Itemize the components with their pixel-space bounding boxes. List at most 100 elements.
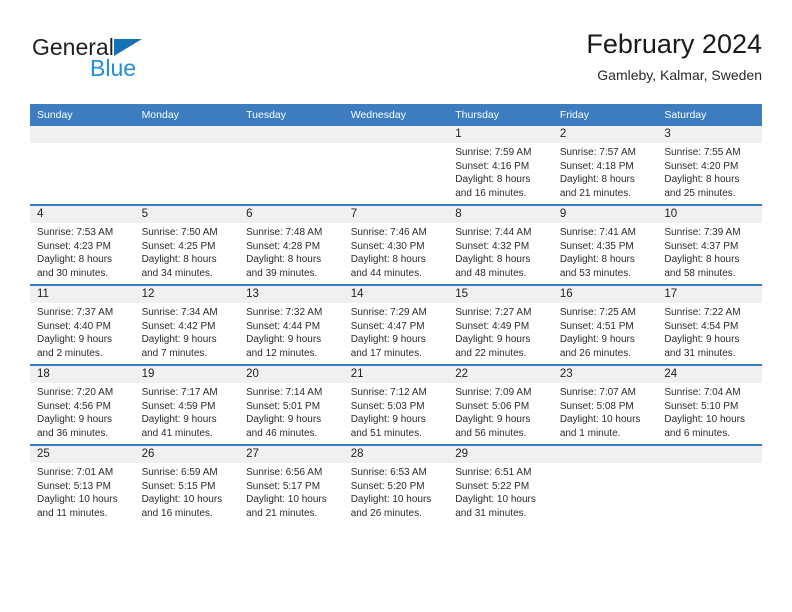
sunset-text: Sunset: 5:10 PM	[664, 400, 739, 412]
calendar-day-cell[interactable]: 26 Sunrise: 6:59 AM Sunset: 5:15 PM Dayligh…	[134, 444, 240, 524]
daylight-text-line2: and 11 minutes.	[37, 507, 108, 519]
sunrise-text: Sunrise: 7:41 AM	[559, 227, 636, 238]
day-details: Sunrise: 7:04 AM Sunset: 5:10 PM Daylight:…	[657, 383, 762, 440]
sunrise-text: Sunrise: 6:53 AM	[350, 467, 427, 478]
day-details: Sunrise: 7:39 AM Sunset: 4:37 PM Daylight:…	[657, 223, 762, 280]
daylight-text-line2: and 44 minutes.	[350, 267, 422, 279]
daylight-text-line2: and 30 minutes.	[37, 267, 109, 279]
calendar-day-cell[interactable]: 15 Sunrise: 7:27 AM Sunset: 4:49 PM Dayligh…	[448, 284, 553, 365]
daylight-text-line2: and 6 minutes.	[664, 427, 730, 439]
logo-word-blue: Blue	[90, 55, 137, 81]
calendar-day-cell[interactable]: 7 Sunrise: 7:46 AM Sunset: 4:30 PM Daylight…	[343, 204, 449, 285]
daylight-text-line1: Daylight: 9 hours	[350, 334, 426, 346]
calendar-day-cell[interactable]: 16 Sunrise: 7:25 AM Sunset: 4:51 PM Dayligh…	[552, 284, 658, 365]
daylight-text-line1: Daylight: 8 hours	[664, 254, 740, 266]
day-number	[552, 446, 658, 463]
day-number: 28	[343, 446, 449, 463]
page-header: General Blue February 2024 Gamleby, Kalm…	[30, 28, 762, 94]
sunrise-text: Sunrise: 7:27 AM	[455, 307, 532, 318]
calendar-day-cell[interactable]: 5 Sunrise: 7:50 AM Sunset: 4:25 PM Daylight…	[134, 204, 240, 285]
calendar-day-cell[interactable]: 17 Sunrise: 7:22 AM Sunset: 4:54 PM Dayligh…	[657, 284, 762, 365]
daylight-text-line1: Daylight: 10 hours	[141, 494, 223, 506]
day-number: 7	[343, 206, 449, 223]
weekday-header-wednesday: Wednesday	[343, 104, 449, 126]
calendar-week-row: 18 Sunrise: 7:20 AM Sunset: 4:56 PM Dayligh…	[30, 364, 762, 445]
weekday-header-thursday: Thursday	[448, 104, 553, 126]
calendar-day-cell[interactable]: 1 Sunrise: 7:59 AM Sunset: 4:16 PM Daylight…	[448, 126, 553, 205]
sunset-text: Sunset: 5:06 PM	[455, 400, 530, 412]
sunset-text: Sunset: 5:01 PM	[246, 400, 321, 412]
calendar-day-cell[interactable]: 2 Sunrise: 7:57 AM Sunset: 4:18 PM Daylight…	[552, 126, 658, 205]
logo-triangle-icon	[113, 39, 142, 56]
calendar-day-cell[interactable]: 23 Sunrise: 7:07 AM Sunset: 5:08 PM Dayligh…	[552, 364, 658, 445]
day-details: Sunrise: 6:59 AM Sunset: 5:15 PM Daylight:…	[135, 463, 240, 520]
calendar-day-cell[interactable]: 18 Sunrise: 7:20 AM Sunset: 4:56 PM Dayligh…	[30, 364, 135, 445]
calendar-day-cell[interactable]: 20 Sunrise: 7:14 AM Sunset: 5:01 PM Dayligh…	[239, 364, 344, 445]
day-number: 17	[657, 286, 762, 303]
sunset-text: Sunset: 4:30 PM	[350, 240, 425, 252]
sunrise-text: Sunrise: 7:29 AM	[350, 307, 427, 318]
day-details: Sunrise: 7:01 AM Sunset: 5:13 PM Daylight:…	[30, 463, 135, 520]
daylight-text-line2: and 25 minutes.	[664, 187, 736, 199]
calendar-day-cell[interactable]: 28 Sunrise: 6:53 AM Sunset: 5:20 PM Dayligh…	[343, 444, 449, 524]
sunset-text: Sunset: 4:47 PM	[350, 320, 425, 332]
sunrise-text: Sunrise: 7:37 AM	[37, 307, 114, 318]
calendar-week-row: 11 Sunrise: 7:37 AM Sunset: 4:40 PM Dayligh…	[30, 284, 762, 365]
calendar-day-cell-empty	[239, 126, 344, 205]
sunset-text: Sunset: 4:44 PM	[246, 320, 321, 332]
daylight-text-line2: and 31 minutes.	[455, 507, 527, 519]
daylight-text-line2: and 16 minutes.	[141, 507, 213, 519]
sunrise-text: Sunrise: 6:51 AM	[455, 467, 532, 478]
day-number: 21	[343, 366, 449, 383]
calendar-day-cell[interactable]: 22 Sunrise: 7:09 AM Sunset: 5:06 PM Dayligh…	[448, 364, 553, 445]
calendar-day-cell[interactable]: 19 Sunrise: 7:17 AM Sunset: 4:59 PM Dayligh…	[134, 364, 240, 445]
day-number: 1	[448, 126, 553, 143]
day-details: Sunrise: 7:34 AM Sunset: 4:42 PM Daylight:…	[135, 303, 240, 360]
calendar-day-cell[interactable]: 11 Sunrise: 7:37 AM Sunset: 4:40 PM Dayligh…	[30, 284, 135, 365]
day-number: 6	[239, 206, 344, 223]
day-number: 10	[657, 206, 762, 223]
sunset-text: Sunset: 4:35 PM	[559, 240, 634, 252]
calendar-day-cell[interactable]: 25 Sunrise: 7:01 AM Sunset: 5:13 PM Dayligh…	[30, 444, 135, 524]
daylight-text-line2: and 51 minutes.	[350, 427, 422, 439]
daylight-text-line2: and 21 minutes.	[559, 187, 631, 199]
calendar-day-cell[interactable]: 4 Sunrise: 7:53 AM Sunset: 4:23 PM Daylight…	[30, 204, 135, 285]
calendar-day-cell[interactable]: 3 Sunrise: 7:55 AM Sunset: 4:20 PM Daylight…	[657, 126, 762, 205]
day-number: 18	[30, 366, 135, 383]
calendar-day-cell[interactable]: 24 Sunrise: 7:04 AM Sunset: 5:10 PM Dayligh…	[657, 364, 762, 445]
sunrise-text: Sunrise: 7:32 AM	[246, 307, 323, 318]
daylight-text-line1: Daylight: 8 hours	[455, 254, 531, 266]
day-number: 22	[448, 366, 553, 383]
day-number: 19	[134, 366, 240, 383]
sunset-text: Sunset: 5:13 PM	[37, 480, 111, 492]
calendar-day-cell[interactable]: 12 Sunrise: 7:34 AM Sunset: 4:42 PM Dayligh…	[134, 284, 240, 365]
calendar-day-cell[interactable]: 8 Sunrise: 7:44 AM Sunset: 4:32 PM Daylight…	[448, 204, 553, 285]
calendar-day-cell[interactable]: 27 Sunrise: 6:56 AM Sunset: 5:17 PM Dayligh…	[239, 444, 344, 524]
sunrise-text: Sunrise: 7:39 AM	[664, 227, 741, 238]
day-details: Sunrise: 7:32 AM Sunset: 4:44 PM Daylight:…	[239, 303, 344, 360]
daylight-text-line1: Daylight: 10 hours	[559, 414, 641, 426]
general-blue-logo[interactable]: General Blue	[32, 34, 252, 92]
sunrise-text: Sunrise: 7:01 AM	[37, 467, 114, 478]
day-number: 29	[448, 446, 553, 463]
day-details: Sunrise: 7:59 AM Sunset: 4:16 PM Daylight:…	[448, 143, 553, 200]
calendar-day-cell[interactable]: 14 Sunrise: 7:29 AM Sunset: 4:47 PM Dayligh…	[343, 284, 449, 365]
calendar-day-cell-empty	[657, 444, 762, 524]
day-details: Sunrise: 7:07 AM Sunset: 5:08 PM Daylight:…	[553, 383, 658, 440]
sunset-text: Sunset: 4:28 PM	[246, 240, 321, 252]
calendar-day-cell[interactable]: 6 Sunrise: 7:48 AM Sunset: 4:28 PM Daylight…	[239, 204, 344, 285]
daylight-text-line1: Daylight: 10 hours	[664, 414, 745, 426]
calendar-page: General Blue February 2024 Gamleby, Kalm…	[0, 0, 792, 612]
calendar-day-cell[interactable]: 10 Sunrise: 7:39 AM Sunset: 4:37 PM Dayligh…	[657, 204, 762, 285]
calendar-day-cell[interactable]: 21 Sunrise: 7:12 AM Sunset: 5:03 PM Dayligh…	[343, 364, 449, 445]
sunset-text: Sunset: 4:37 PM	[664, 240, 739, 252]
calendar-day-cell[interactable]: 9 Sunrise: 7:41 AM Sunset: 4:35 PM Daylight…	[552, 204, 658, 285]
calendar-day-cell[interactable]: 29 Sunrise: 6:51 AM Sunset: 5:22 PM Dayligh…	[448, 444, 553, 524]
calendar-day-cell[interactable]: 13 Sunrise: 7:32 AM Sunset: 4:44 PM Dayligh…	[239, 284, 344, 365]
daylight-text-line2: and 39 minutes.	[246, 267, 318, 279]
sunset-text: Sunset: 4:42 PM	[141, 320, 216, 332]
day-details: Sunrise: 7:12 AM Sunset: 5:03 PM Daylight:…	[344, 383, 449, 440]
sunset-text: Sunset: 4:54 PM	[664, 320, 739, 332]
sunset-text: Sunset: 5:03 PM	[350, 400, 425, 412]
daylight-text-line2: and 36 minutes.	[37, 427, 109, 439]
